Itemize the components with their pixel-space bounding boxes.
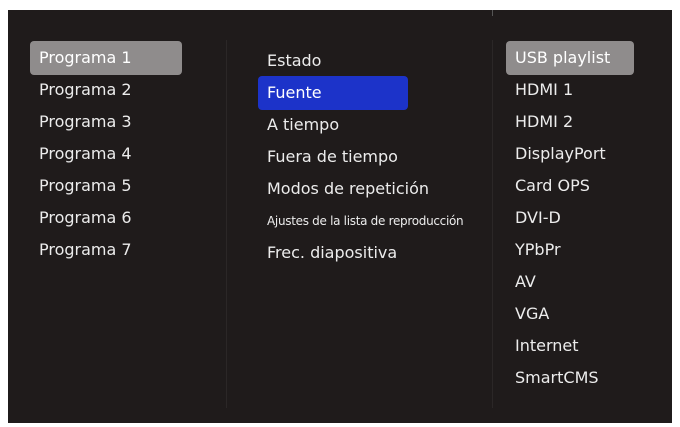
source-item-label: HDMI 2 xyxy=(515,112,574,131)
settings-item-label: Fuente xyxy=(267,83,322,102)
program-item-3[interactable]: Programa 3 xyxy=(30,105,182,139)
source-item-label: YPbPr xyxy=(515,240,561,259)
settings-item-ajustes-lista[interactable]: Ajustes de la lista de reproducción xyxy=(258,204,483,238)
settings-item-label: Modos de repetición xyxy=(267,179,430,198)
settings-item-a-tiempo[interactable]: A tiempo xyxy=(258,108,408,142)
source-item-displayport[interactable]: DisplayPort xyxy=(506,137,634,171)
source-item-label: AV xyxy=(515,272,536,291)
program-item-6[interactable]: Programa 6 xyxy=(30,201,182,235)
settings-item-fuente[interactable]: Fuente xyxy=(258,76,408,110)
program-item-label: Programa 3 xyxy=(39,112,132,131)
osd-menu-screen: Programa 1 Programa 2 Programa 3 Program… xyxy=(8,10,672,423)
source-item-label: SmartCMS xyxy=(515,368,599,387)
source-item-label: Internet xyxy=(515,336,579,355)
source-item-dvi-d[interactable]: DVI-D xyxy=(506,201,634,235)
settings-item-label: Frec. diapositiva xyxy=(267,243,398,262)
program-item-label: Programa 2 xyxy=(39,80,132,99)
source-item-hdmi-2[interactable]: HDMI 2 xyxy=(506,105,634,139)
program-item-label: Programa 1 xyxy=(39,48,132,67)
settings-item-estado[interactable]: Estado xyxy=(258,44,408,78)
program-item-label: Programa 5 xyxy=(39,176,132,195)
source-item-smartcms[interactable]: SmartCMS xyxy=(506,361,634,395)
settings-item-label: Estado xyxy=(267,51,322,70)
program-item-5[interactable]: Programa 5 xyxy=(30,169,182,203)
program-item-2[interactable]: Programa 2 xyxy=(30,73,182,107)
settings-item-label: Fuera de tiempo xyxy=(267,147,398,166)
top-tick-mark xyxy=(492,10,493,16)
source-item-hdmi-1[interactable]: HDMI 1 xyxy=(506,73,634,107)
settings-item-frec-diapositiva[interactable]: Frec. diapositiva xyxy=(258,236,458,270)
source-item-usb-playlist[interactable]: USB playlist xyxy=(506,41,634,75)
settings-item-label: Ajustes de la lista de reproducción xyxy=(267,214,464,228)
program-item-1[interactable]: Programa 1 xyxy=(30,41,182,75)
source-item-internet[interactable]: Internet xyxy=(506,329,634,363)
program-item-7[interactable]: Programa 7 xyxy=(30,233,182,267)
source-item-label: Card OPS xyxy=(515,176,590,195)
program-item-label: Programa 6 xyxy=(39,208,132,227)
source-item-vga[interactable]: VGA xyxy=(506,297,634,331)
source-item-ypbpr[interactable]: YPbPr xyxy=(506,233,634,267)
source-item-label: DVI-D xyxy=(515,208,561,227)
settings-item-label: A tiempo xyxy=(267,115,340,134)
column-divider-right xyxy=(492,40,493,408)
column-divider-left xyxy=(226,40,227,408)
program-item-4[interactable]: Programa 4 xyxy=(30,137,182,171)
program-item-label: Programa 4 xyxy=(39,144,132,163)
source-item-av[interactable]: AV xyxy=(506,265,634,299)
settings-item-fuera-de-tiempo[interactable]: Fuera de tiempo xyxy=(258,140,408,174)
source-item-label: VGA xyxy=(515,304,550,323)
source-item-label: USB playlist xyxy=(515,48,611,67)
source-item-card-ops[interactable]: Card OPS xyxy=(506,169,634,203)
source-item-label: HDMI 1 xyxy=(515,80,574,99)
source-item-label: DisplayPort xyxy=(515,144,606,163)
settings-item-modos-de-repeticion[interactable]: Modos de repetición xyxy=(258,172,458,206)
program-item-label: Programa 7 xyxy=(39,240,132,259)
